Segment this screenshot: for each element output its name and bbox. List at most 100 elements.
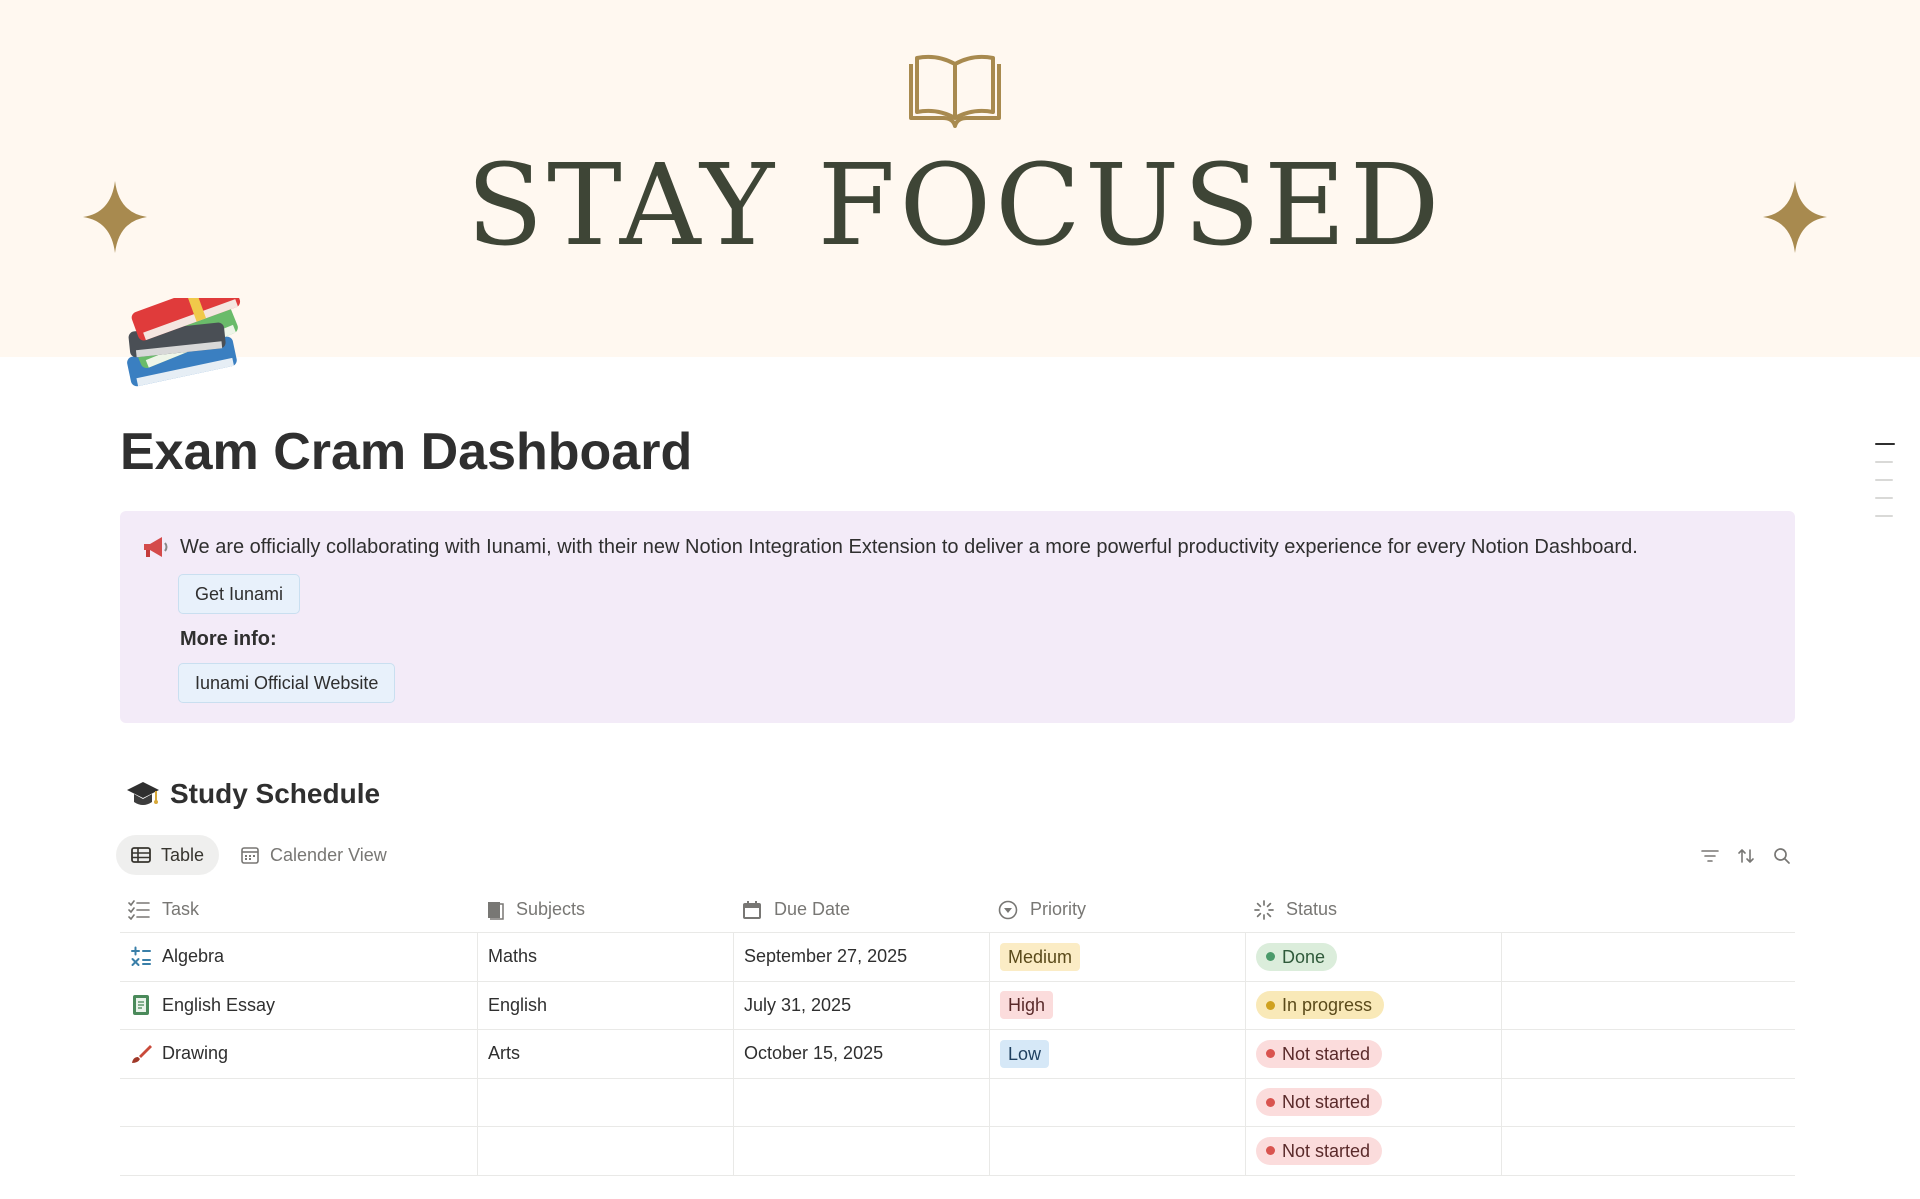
- table-header: Task Subjects Due Date Priority Status: [120, 887, 1795, 933]
- priority-cell[interactable]: [990, 1078, 1246, 1126]
- due-date-cell[interactable]: [734, 1127, 990, 1175]
- toc-item[interactable]: [1875, 497, 1893, 499]
- priority-cell[interactable]: Low: [990, 1030, 1246, 1078]
- due-date-cell[interactable]: [734, 1078, 990, 1126]
- more-info-label: More info:: [180, 628, 277, 650]
- table-toolbar: [1692, 844, 1800, 868]
- task-name: English Essay: [162, 994, 276, 1015]
- task-cell[interactable]: English Essay: [120, 981, 478, 1029]
- priority-tag: Low: [1000, 1039, 1050, 1068]
- filter-icon: [1701, 850, 1719, 862]
- checklist-icon: [128, 899, 150, 920]
- cover-banner: STAY FOCUSED: [0, 0, 1920, 357]
- status-label: Done: [1282, 946, 1326, 967]
- calendar-icon: [743, 900, 761, 919]
- task-cell[interactable]: Algebra: [120, 933, 478, 981]
- open-book-icon: [909, 54, 1001, 128]
- status-label: Not started: [1282, 1140, 1371, 1161]
- callout: We are officially collaborating with Iun…: [120, 511, 1795, 723]
- priority-cell[interactable]: [990, 1127, 1246, 1175]
- table-icon: [131, 847, 151, 863]
- status-cell[interactable]: Not started: [1246, 1127, 1502, 1175]
- toc-item[interactable]: [1875, 461, 1893, 463]
- task-name: Algebra: [162, 946, 225, 967]
- subject-value: Maths: [488, 946, 538, 967]
- status-dot: [1266, 1000, 1275, 1010]
- toc-item[interactable]: [1875, 443, 1895, 445]
- status-dot: [1266, 952, 1275, 962]
- subject-cell[interactable]: [478, 1127, 734, 1175]
- study-schedule-table: Task Subjects Due Date Priority Status A…: [120, 887, 1795, 1176]
- status-label: Not started: [1282, 1092, 1371, 1113]
- status-cell[interactable]: In progress: [1246, 981, 1502, 1029]
- status-badge: Not started: [1256, 1039, 1383, 1068]
- tab-calendar[interactable]: Calender View: [225, 835, 402, 875]
- priority-cell[interactable]: Medium: [990, 933, 1246, 981]
- table-row[interactable]: Drawing Arts October 15, 2025 Low Not st…: [120, 1030, 1795, 1079]
- status-badge: Not started: [1256, 1136, 1383, 1165]
- sparkle-icon: [1763, 181, 1827, 253]
- due-date-cell[interactable]: October 15, 2025: [734, 1030, 990, 1078]
- column-header-subjects[interactable]: Subjects: [478, 887, 734, 932]
- status-cell[interactable]: Done: [1246, 933, 1502, 981]
- status-badge: In progress: [1256, 991, 1385, 1020]
- priority-tag: High: [1000, 991, 1054, 1020]
- status-cell[interactable]: Not started: [1246, 1078, 1502, 1126]
- priority-tag: Medium: [1000, 942, 1081, 971]
- subject-value: Arts: [488, 1043, 521, 1064]
- table-of-contents[interactable]: [1875, 443, 1895, 533]
- subject-cell[interactable]: English: [478, 981, 734, 1029]
- column-header-priority[interactable]: Priority: [990, 887, 1246, 932]
- subject-cell[interactable]: Arts: [478, 1030, 734, 1078]
- status-badge: Not started: [1256, 1088, 1383, 1117]
- column-header-status[interactable]: Status: [1246, 887, 1502, 932]
- due-date-cell[interactable]: July 31, 2025: [734, 981, 990, 1029]
- status-label: Not started: [1282, 1043, 1371, 1064]
- sort-icon: [1738, 849, 1754, 863]
- iunami-website-button[interactable]: Iunami Official Website: [178, 663, 396, 703]
- task-cell[interactable]: Drawing: [120, 1030, 478, 1078]
- book-icon: [488, 901, 504, 920]
- task-name: Drawing: [162, 1043, 229, 1064]
- column-label: Task: [162, 899, 200, 919]
- table-row[interactable]: Not started: [120, 1127, 1795, 1176]
- empty-cell: [1502, 933, 1795, 981]
- search-icon: [1774, 848, 1790, 864]
- megaphone-icon: [144, 537, 168, 557]
- empty-cell: [1502, 982, 1795, 1030]
- tab-label: Table: [161, 844, 205, 865]
- status-dot: [1266, 1097, 1275, 1107]
- books-icon[interactable]: [122, 298, 246, 410]
- priority-icon: [998, 900, 1018, 919]
- table-row[interactable]: Algebra Maths September 27, 2025 Medium …: [120, 933, 1795, 982]
- priority-cell[interactable]: High: [990, 981, 1246, 1029]
- column-label: Due Date: [774, 899, 851, 919]
- status-badge: Done: [1256, 942, 1338, 971]
- graduation-cap-icon: [127, 782, 159, 805]
- due-date-value: October 15, 2025: [744, 1043, 884, 1064]
- sparkle-icon: [83, 181, 147, 253]
- section-title: Study Schedule: [170, 778, 381, 809]
- column-header-due-date[interactable]: Due Date: [734, 887, 990, 932]
- task-cell[interactable]: [120, 1127, 478, 1175]
- tab-label: Calender View: [270, 844, 387, 865]
- tab-table[interactable]: Table: [116, 835, 220, 875]
- empty-cell: [1502, 1127, 1795, 1175]
- status-cell[interactable]: Not started: [1246, 1030, 1502, 1078]
- empty-cell: [1502, 1030, 1795, 1078]
- get-iunami-button[interactable]: Get Iunami: [178, 574, 301, 614]
- status-dot: [1266, 1049, 1275, 1059]
- subject-cell[interactable]: [478, 1078, 734, 1126]
- subject-cell[interactable]: Maths: [478, 933, 734, 981]
- sort-button[interactable]: [1728, 844, 1764, 868]
- search-button[interactable]: [1764, 844, 1800, 868]
- toc-item[interactable]: [1875, 515, 1893, 517]
- toc-item[interactable]: [1875, 479, 1893, 481]
- due-date-value: September 27, 2025: [744, 946, 908, 967]
- column-header-task[interactable]: Task: [120, 887, 478, 932]
- due-date-cell[interactable]: September 27, 2025: [734, 933, 990, 981]
- table-row[interactable]: English Essay English July 31, 2025 High…: [120, 981, 1795, 1030]
- task-cell[interactable]: [120, 1078, 478, 1126]
- table-row[interactable]: Not started: [120, 1078, 1795, 1127]
- filter-button[interactable]: [1692, 844, 1728, 868]
